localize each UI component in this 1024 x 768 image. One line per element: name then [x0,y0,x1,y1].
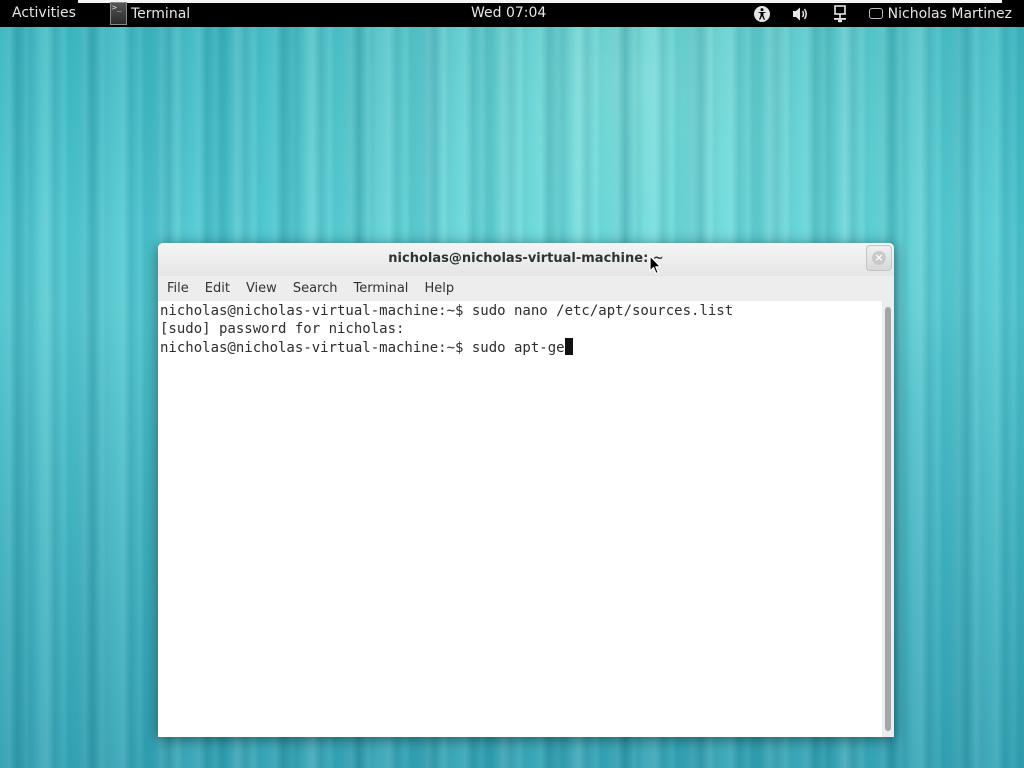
menu-edit[interactable]: Edit [197,281,238,296]
menu-terminal[interactable]: Terminal [345,281,416,296]
accessibility-icon[interactable] [752,4,772,24]
user-name: Nicholas Martinez [887,5,1012,22]
menu-help[interactable]: Help [416,281,462,296]
terminal-line: [sudo] password for nicholas: [160,321,405,337]
user-menu[interactable]: Nicholas Martinez [868,5,1012,22]
menu-file[interactable]: File [158,281,197,296]
scrollbar-thumb[interactable] [885,307,891,731]
terminal-window[interactable]: nicholas@nicholas-virtual-machine: ~ × F… [158,243,894,737]
close-icon: × [872,251,886,265]
close-button[interactable]: × [866,245,892,271]
window-titlebar[interactable]: nicholas@nicholas-virtual-machine: ~ × [158,243,894,276]
activities-button[interactable]: Activities [12,5,76,21]
terminal-app-icon: >_ [110,2,127,25]
mouse-pointer-icon [649,255,663,275]
menu-search[interactable]: Search [285,281,346,296]
clock[interactable]: Wed 07:04 [471,5,546,21]
terminal-output[interactable]: nicholas@nicholas-virtual-machine:~$ sud… [158,301,882,737]
top-bar: Activities >_ Terminal Wed 07:04 Nichola… [0,0,1024,27]
app-menu-button[interactable]: >_ Terminal [110,0,190,27]
menu-view[interactable]: View [238,281,285,296]
network-icon[interactable] [830,4,850,24]
terminal-current-command: nicholas@nicholas-virtual-machine:~$ sud… [160,340,565,356]
terminal-scrollbar[interactable] [882,301,894,737]
menu-bar: File Edit View Search Terminal Help [158,276,894,300]
chat-status-icon [868,8,883,19]
system-tray: Nicholas Martinez [752,0,1012,27]
terminal-input-line[interactable]: nicholas@nicholas-virtual-machine:~$ sud… [160,338,882,357]
window-title: nicholas@nicholas-virtual-machine: ~ [388,251,664,266]
volume-icon[interactable] [791,4,811,24]
terminal-line: nicholas@nicholas-virtual-machine:~$ sud… [160,303,734,319]
text-cursor [564,338,573,355]
app-menu-label: Terminal [131,5,191,22]
